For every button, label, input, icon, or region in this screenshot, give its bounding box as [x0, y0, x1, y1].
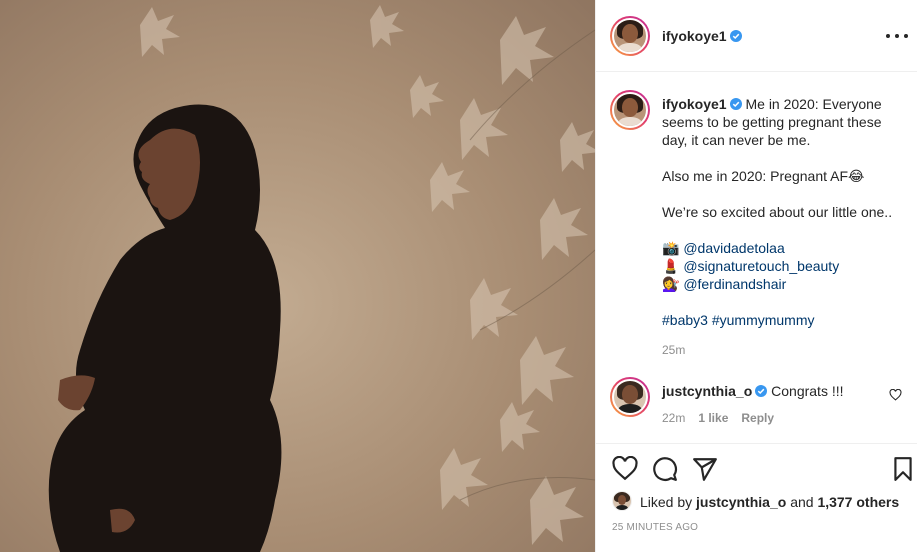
liked-by-label: Liked by — [640, 494, 693, 510]
camera-emoji: 📸 — [662, 240, 680, 256]
post-actions: Liked by justcynthia_o and 1,377 others … — [596, 444, 917, 552]
caption-author-username[interactable]: ifyokoye1 — [662, 96, 727, 112]
verified-badge-icon — [729, 98, 742, 110]
heart-icon[interactable] — [612, 456, 638, 482]
post-timestamp[interactable]: 25 MINUTES AGO — [612, 522, 698, 533]
caption-line-3: We’re so excited about our little one.. — [662, 204, 893, 220]
post-photo-illustration — [48, 5, 595, 552]
hashtag-baby3[interactable]: #baby3 — [662, 312, 708, 328]
likes-summary: Liked by justcynthia_o and 1,377 others — [640, 494, 899, 510]
more-options-icon[interactable] — [886, 26, 908, 46]
liked-by-user[interactable]: justcynthia_o — [696, 494, 786, 510]
caption-credit-makeup: 💄 @signaturetouch_beauty — [662, 257, 904, 275]
comment-like-heart-icon[interactable] — [889, 389, 902, 401]
comment-text: Congrats !!! — [771, 383, 844, 399]
caption-credit-hair: 💇‍♀️ @ferdinandshair — [662, 275, 904, 293]
share-icon[interactable] — [692, 456, 718, 482]
save-icon[interactable] — [890, 456, 916, 482]
author-username-text[interactable]: ifyokoye1 — [662, 28, 727, 44]
verified-badge-icon — [729, 30, 742, 42]
caption-line-2: Also me in 2020: Pregnant AF😂 — [662, 168, 865, 184]
commenter-username[interactable]: justcynthia_o — [662, 383, 752, 399]
comment-likes-count[interactable]: 1 like — [698, 411, 728, 425]
haircut-emoji: 💇‍♀️ — [662, 276, 680, 292]
reply-button[interactable]: Reply — [741, 411, 774, 425]
author-avatar[interactable] — [610, 16, 650, 56]
caption-credit-photographer: 📸 @davidadetolaa — [662, 239, 904, 257]
comment-timestamp[interactable]: 22m — [662, 411, 685, 425]
liker-avatar[interactable] — [612, 491, 632, 511]
comments-section: ifyokoye1 Me in 2020: Everyone seems to … — [596, 72, 917, 444]
hashtag-yummymummy[interactable]: #yummymummy — [712, 312, 815, 328]
caption-author-avatar[interactable] — [610, 90, 650, 130]
author-username[interactable]: ifyokoye1 — [662, 28, 742, 44]
mention-davidadetolaa[interactable]: @davidadetolaa — [683, 240, 784, 256]
post-header: ifyokoye1 — [596, 0, 917, 72]
comment-icon[interactable] — [652, 456, 678, 482]
and-label: and — [790, 494, 814, 510]
mention-ferdinandshair[interactable]: @ferdinandshair — [683, 276, 786, 292]
post-image[interactable] — [0, 0, 595, 552]
verified-badge-icon — [755, 385, 768, 397]
lipstick-emoji: 💄 — [662, 258, 680, 274]
mention-signaturetouch-beauty[interactable]: @signaturetouch_beauty — [683, 258, 839, 274]
likes-others-count[interactable]: 1,377 others — [817, 494, 899, 510]
caption-hashtags: #baby3 #yummymummy — [662, 311, 904, 329]
comment-meta: 22m 1 like Reply — [662, 411, 787, 425]
comment: justcynthia_o Congrats !!! — [662, 382, 882, 400]
commenter-avatar[interactable] — [610, 377, 650, 417]
caption-timestamp[interactable]: 25m — [662, 341, 904, 359]
post-caption: ifyokoye1 Me in 2020: Everyone seems to … — [662, 95, 904, 359]
post-side-panel: ifyokoye1 ifyokoye1 Me in 2020: Everyone… — [595, 0, 917, 552]
